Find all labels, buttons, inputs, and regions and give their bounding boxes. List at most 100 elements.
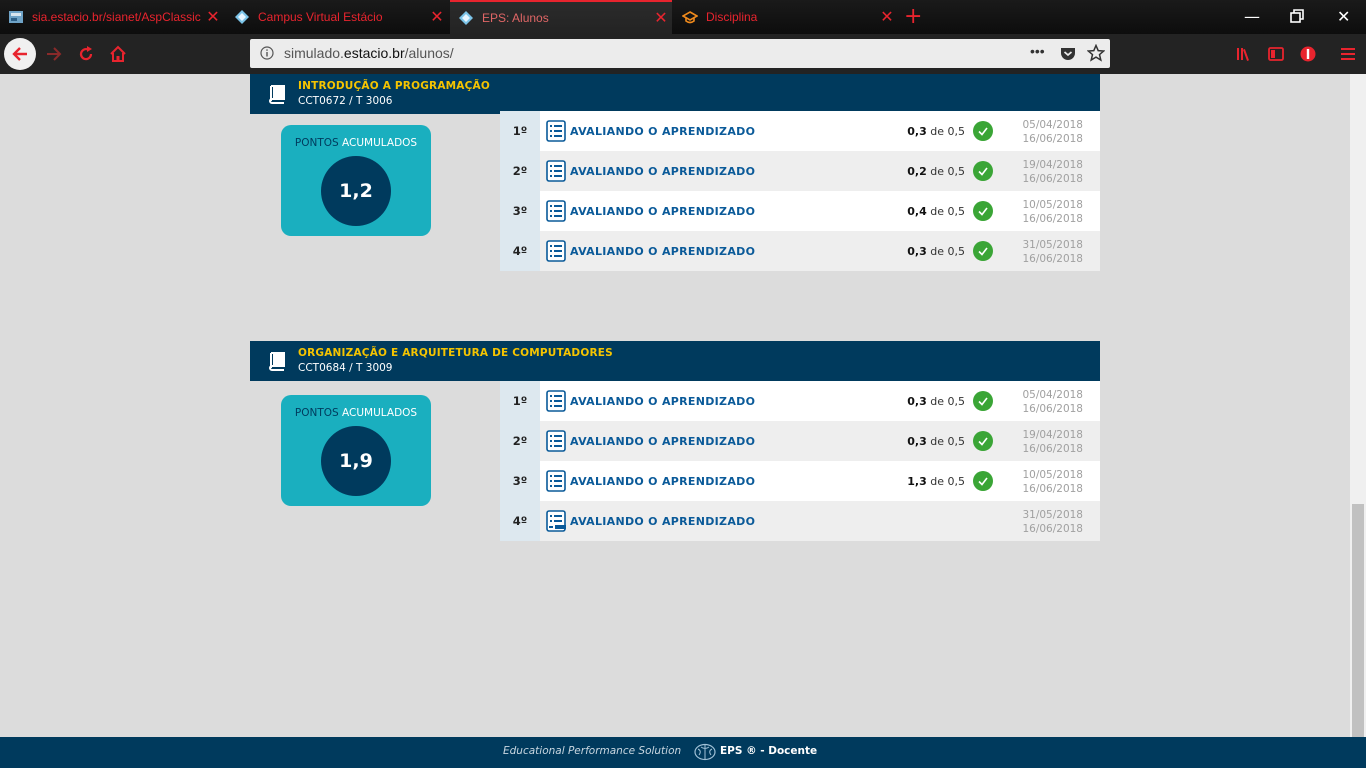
- course-section: ORGANIZAÇÃO E ARQUITETURA DE COMPUTADORE…: [250, 341, 1100, 381]
- close-icon[interactable]: ✕: [202, 7, 224, 27]
- vertical-scrollbar[interactable]: [1350, 74, 1366, 737]
- page-content: INTRODUÇÃO A PROGRAMAÇÃO CCT0672 / T 300…: [0, 74, 1350, 737]
- address-bar[interactable]: simulado.estacio.br/alunos/ •••: [250, 39, 1110, 68]
- points-card: PONTOS ACUMULADOS 1,9: [281, 395, 431, 506]
- activity-row[interactable]: 2º AVALIANDO O APRENDIZADO 0,2 de 0,5 19…: [500, 151, 1100, 191]
- diamond-icon: [458, 10, 474, 26]
- activity-link[interactable]: AVALIANDO O APRENDIZADO: [570, 165, 755, 178]
- forward-arrow-icon: [47, 47, 62, 61]
- check-icon: [973, 431, 993, 451]
- url-text: simulado.estacio.br/alunos/: [284, 45, 454, 61]
- sidebar-toggle-button[interactable]: [1266, 34, 1286, 74]
- back-button[interactable]: [4, 38, 36, 70]
- activity-score: 1,3 de 0,5: [907, 475, 965, 488]
- brain-logo-icon: [693, 743, 717, 765]
- pocket-icon[interactable]: [1059, 45, 1077, 66]
- tab-disciplina[interactable]: Disciplina ✕: [674, 0, 898, 34]
- tab-sianet[interactable]: sia.estacio.br/sianet/AspClassic ✕: [0, 0, 224, 34]
- close-icon[interactable]: ✕: [426, 7, 448, 27]
- activity-number: 2º: [500, 151, 540, 191]
- home-icon: [110, 45, 126, 62]
- check-icon: [973, 121, 993, 141]
- activity-link[interactable]: AVALIANDO O APRENDIZADO: [570, 245, 755, 258]
- activity-score: 0,3 de 0,5: [907, 395, 965, 408]
- page-actions-button[interactable]: •••: [1030, 43, 1045, 59]
- activity-row[interactable]: 4º AVALIANDO O APRENDIZADO 0,3 de 0,5 31…: [500, 231, 1100, 271]
- reload-icon: [79, 46, 93, 61]
- activity-link[interactable]: AVALIANDO O APRENDIZADO: [570, 125, 755, 138]
- activity-number: 4º: [500, 231, 540, 271]
- course-header: ORGANIZAÇÃO E ARQUITETURA DE COMPUTADORE…: [250, 341, 1100, 381]
- activity-score: 0,3 de 0,5: [907, 245, 965, 258]
- activity-row[interactable]: 3º AVALIANDO O APRENDIZADO 0,4 de 0,5 10…: [500, 191, 1100, 231]
- activity-number: 4º: [500, 501, 540, 541]
- course-title: ORGANIZAÇÃO E ARQUITETURA DE COMPUTADORE…: [298, 347, 613, 359]
- activity-row[interactable]: 4º AVALIANDO O APRENDIZADO 31/05/2018 16/…: [500, 501, 1100, 541]
- activity-dates: 19/04/2018 16/06/2018: [1022, 429, 1083, 455]
- activity-number: 1º: [500, 381, 540, 421]
- check-icon: [973, 391, 993, 411]
- document-list-icon: [546, 390, 566, 416]
- menu-button[interactable]: [1338, 34, 1358, 74]
- activity-row[interactable]: 1º AVALIANDO O APRENDIZADO 0,3 de 0,5 05…: [500, 381, 1100, 421]
- activity-number: 3º: [500, 191, 540, 231]
- tab-title: Disciplina: [706, 10, 758, 24]
- activity-number: 1º: [500, 111, 540, 151]
- diamond-icon: [234, 9, 250, 25]
- document-list-icon: [546, 160, 566, 186]
- info-icon[interactable]: [260, 46, 274, 63]
- adblock-icon: [1300, 46, 1316, 62]
- tab-title: Campus Virtual Estácio: [258, 10, 383, 24]
- activity-link[interactable]: AVALIANDO O APRENDIZADO: [570, 515, 755, 528]
- library-button[interactable]: [1234, 34, 1254, 74]
- scrollbar-thumb[interactable]: [1352, 504, 1364, 737]
- activity-score: 0,4 de 0,5: [907, 205, 965, 218]
- tab-campus-virtual[interactable]: Campus Virtual Estácio ✕: [226, 0, 448, 34]
- close-icon[interactable]: ✕: [650, 8, 672, 28]
- activity-dates: 10/05/2018 16/06/2018: [1022, 199, 1083, 225]
- book-icon: [266, 83, 288, 109]
- activity-link[interactable]: AVALIANDO O APRENDIZADO: [570, 435, 755, 448]
- activity-list: 1º AVALIANDO O APRENDIZADO 0,3 de 0,5 05…: [500, 111, 1100, 271]
- activity-score: 0,3 de 0,5: [907, 435, 965, 448]
- check-icon: [973, 241, 993, 261]
- minimize-icon[interactable]: —: [1244, 7, 1260, 26]
- window-close-icon[interactable]: ✕: [1337, 7, 1350, 26]
- back-arrow-icon: [12, 47, 27, 61]
- activity-row[interactable]: 1º AVALIANDO O APRENDIZADO 0,3 de 0,5 05…: [500, 111, 1100, 151]
- course-code: CCT0672 / T 3006: [298, 95, 393, 107]
- points-value: 1,2: [321, 156, 391, 226]
- document-list-icon: [546, 430, 566, 456]
- activity-row[interactable]: 3º AVALIANDO O APRENDIZADO 1,3 de 0,5 10…: [500, 461, 1100, 501]
- library-icon: [1237, 48, 1249, 61]
- reload-button[interactable]: [74, 34, 98, 74]
- activity-link[interactable]: AVALIANDO O APRENDIZADO: [570, 475, 755, 488]
- tab-eps-alunos[interactable]: EPS: Alunos ✕: [450, 0, 672, 34]
- activity-dates: 05/04/2018 16/06/2018: [1022, 389, 1083, 415]
- activity-row[interactable]: 2º AVALIANDO O APRENDIZADO 0,3 de 0,5 19…: [500, 421, 1100, 461]
- bookmark-star-icon[interactable]: [1086, 43, 1106, 65]
- activity-number: 2º: [500, 421, 540, 461]
- url-path: /alunos/: [404, 45, 454, 61]
- document-list-icon: [546, 200, 566, 226]
- check-icon: [973, 201, 993, 221]
- footer-tagline: Educational Performance Solution: [503, 745, 682, 757]
- book-icon: [266, 350, 288, 376]
- activity-link[interactable]: AVALIANDO O APRENDIZADO: [570, 205, 755, 218]
- activity-score: 0,2 de 0,5: [907, 165, 965, 178]
- course-code: CCT0684 / T 3009: [298, 362, 393, 374]
- home-button[interactable]: [106, 34, 130, 74]
- course-header: INTRODUÇÃO A PROGRAMAÇÃO CCT0672 / T 300…: [250, 74, 1100, 114]
- restore-icon[interactable]: [1290, 8, 1304, 27]
- activity-link[interactable]: AVALIANDO O APRENDIZADO: [570, 395, 755, 408]
- extension-button[interactable]: [1298, 34, 1318, 74]
- close-icon[interactable]: ✕: [876, 7, 898, 27]
- new-tab-plus-icon[interactable]: +: [904, 4, 922, 29]
- activity-dates: 05/04/2018 16/06/2018: [1022, 119, 1083, 145]
- url-host: estacio.br: [343, 45, 405, 61]
- points-value: 1,9: [321, 426, 391, 496]
- course-title: INTRODUÇÃO A PROGRAMAÇÃO: [298, 80, 490, 92]
- document-list-icon: [546, 470, 566, 496]
- forward-button[interactable]: [42, 34, 66, 74]
- tab-title: sia.estacio.br/sianet/AspClassic: [32, 10, 201, 24]
